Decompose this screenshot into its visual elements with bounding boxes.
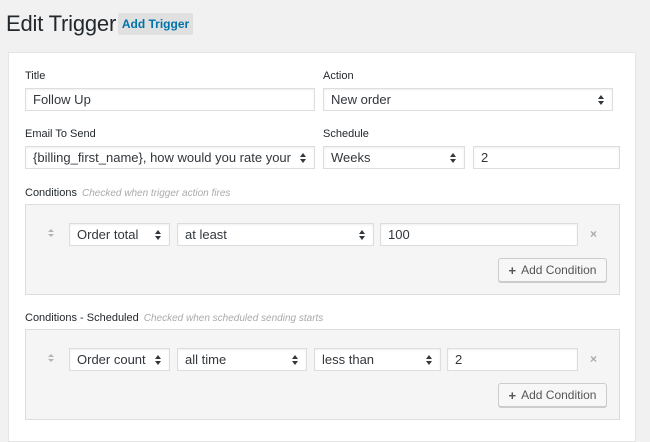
add-trigger-button[interactable]: Add Trigger [118, 13, 193, 35]
select-arrows-icon [291, 354, 299, 365]
conditions-title: Conditions [25, 187, 77, 199]
action-select-value: New order [331, 92, 391, 107]
drag-handle-icon[interactable] [47, 229, 55, 237]
drag-handle-icon[interactable] [47, 354, 55, 362]
scheduled-conditions-title: Conditions - Scheduled [25, 312, 139, 324]
scheduled-condition-value-input[interactable]: 2 [447, 348, 578, 371]
conditions-box: Order total at least 100 × + Add Conditio… [25, 204, 620, 295]
condition-value-input[interactable]: 100 [380, 223, 578, 246]
conditions-label: Conditions Checked when trigger action fi… [25, 187, 230, 199]
add-condition-button[interactable]: + Add Condition [498, 258, 607, 282]
page-title: Edit Trigger [6, 11, 117, 36]
email-to-send-value: {billing_first_name}, how would you rate… [33, 150, 295, 165]
action-label: Action [323, 70, 354, 82]
scheduled-condition-operator-select[interactable]: less than [314, 348, 441, 371]
conditions-hint: Checked when trigger action fires [81, 188, 231, 199]
title-input-value: Follow Up [33, 92, 91, 107]
scheduled-condition-value: 2 [455, 352, 463, 367]
title-label: Title [25, 70, 46, 82]
scheduled-conditions-hint: Checked when scheduled sending starts [143, 313, 324, 324]
condition-value: 100 [388, 227, 410, 242]
condition-operator-value: at least [185, 227, 227, 242]
select-arrows-icon [425, 354, 433, 365]
condition-field-value: Order total [77, 227, 139, 242]
condition-operator-select[interactable]: at least [177, 223, 374, 246]
scheduled-conditions-label: Conditions - Scheduled Checked when sched… [25, 312, 323, 324]
trigger-form-panel: Title Follow Up Action New order Email T… [8, 52, 636, 442]
add-condition-label: Add Condition [521, 388, 597, 402]
scheduled-condition-field-value: Order count [77, 352, 146, 367]
title-input[interactable]: Follow Up [25, 88, 315, 111]
email-to-send-select[interactable]: {billing_first_name}, how would you rate… [25, 146, 315, 169]
select-arrows-icon [449, 152, 457, 163]
add-condition-label: Add Condition [521, 263, 597, 277]
action-select[interactable]: New order [323, 88, 613, 111]
schedule-label: Schedule [323, 128, 369, 140]
scheduled-condition-field-select[interactable]: Order count [69, 348, 170, 371]
select-arrows-icon [154, 229, 162, 240]
remove-condition-icon[interactable]: × [590, 352, 597, 366]
add-scheduled-condition-button[interactable]: + Add Condition [498, 383, 607, 407]
plus-icon: + [508, 387, 517, 403]
plus-icon: + [508, 262, 517, 278]
email-to-send-label: Email To Send [25, 128, 96, 140]
schedule-value: 2 [481, 150, 489, 165]
select-arrows-icon [154, 354, 162, 365]
condition-field-select[interactable]: Order total [69, 223, 170, 246]
scheduled-condition-operator-value: less than [322, 352, 375, 367]
schedule-unit-select[interactable]: Weeks [323, 146, 465, 169]
schedule-value-input[interactable]: 2 [473, 146, 620, 169]
schedule-unit-value: Weeks [331, 150, 371, 165]
remove-condition-icon[interactable]: × [590, 227, 597, 241]
scheduled-conditions-box: Order count all time less than 2 × + Add … [25, 329, 620, 420]
scheduled-condition-range-select[interactable]: all time [177, 348, 307, 371]
select-arrows-icon [358, 229, 366, 240]
select-arrows-icon [597, 94, 605, 105]
select-arrows-icon [299, 152, 307, 163]
scheduled-condition-range-value: all time [185, 352, 227, 367]
